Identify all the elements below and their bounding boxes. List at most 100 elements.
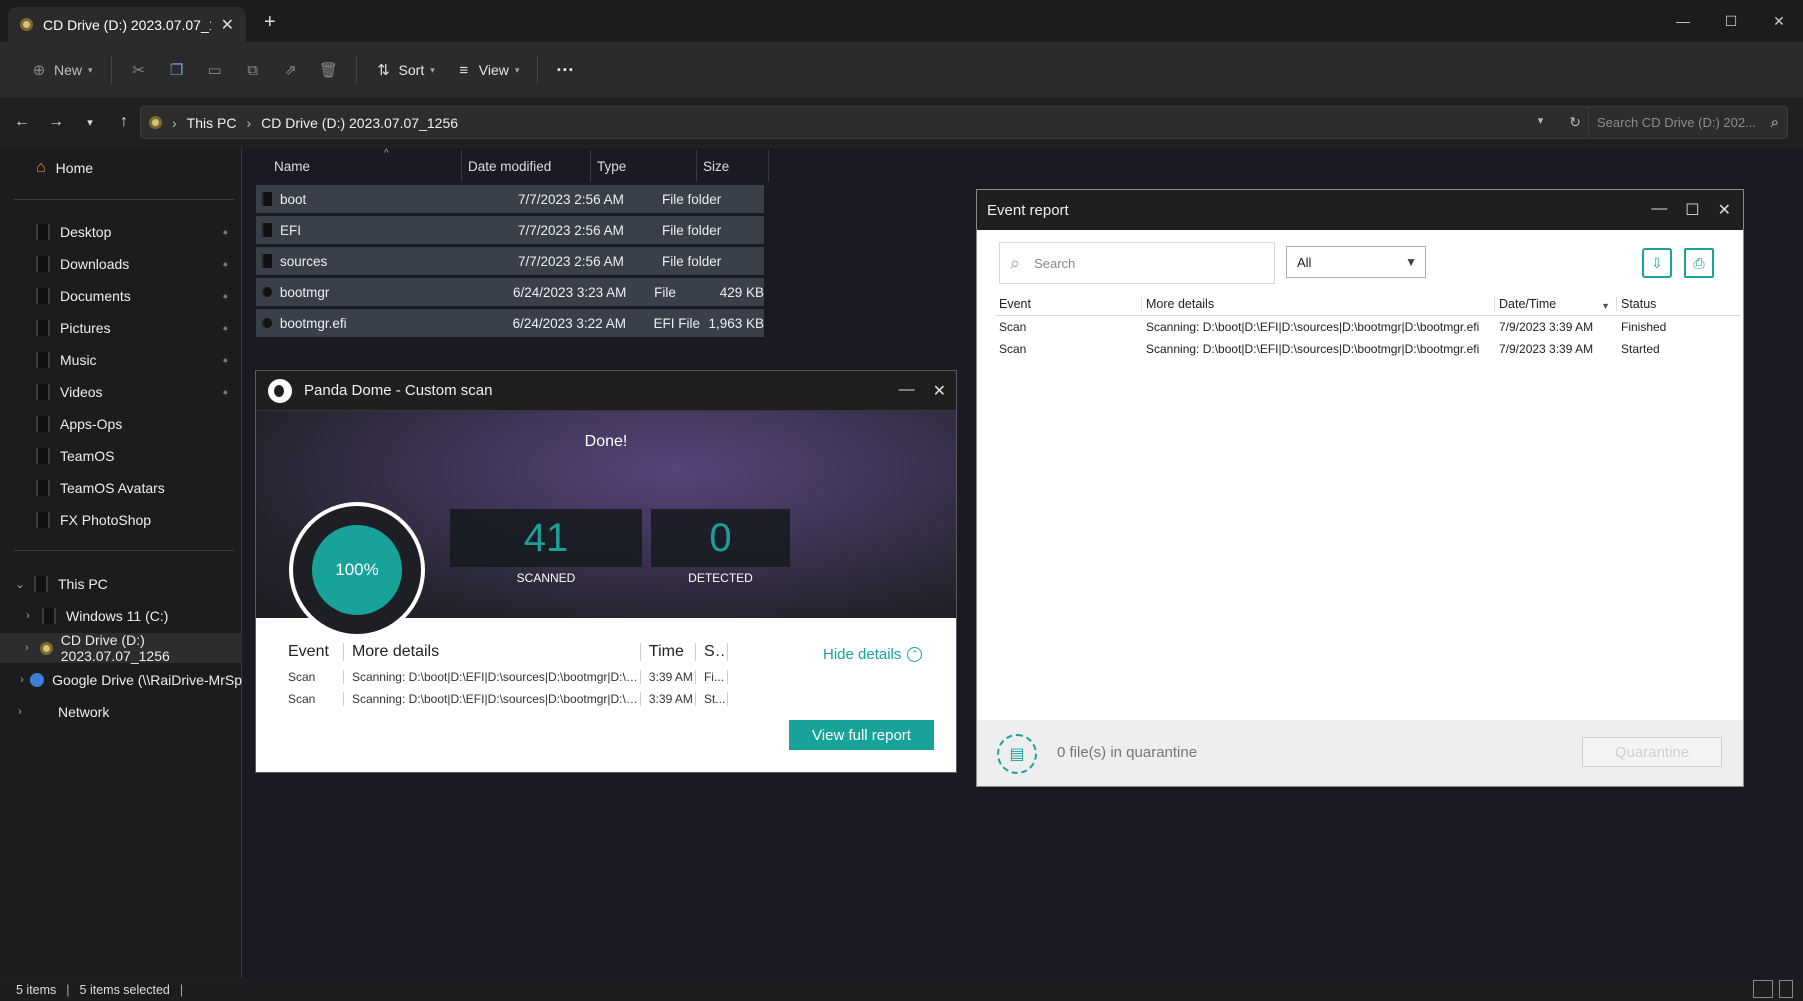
quarantine-button[interactable]: Quarantine: [1582, 737, 1722, 767]
chevron-right-icon[interactable]: ›: [14, 610, 42, 622]
tab-close-icon[interactable]: ✕: [221, 15, 234, 35]
event-search-input[interactable]: ⌕ Search: [999, 242, 1275, 284]
sidebar-item-label: Home: [55, 160, 94, 176]
new-button[interactable]: ⊕ New ▾: [20, 52, 103, 88]
chevron-down-icon: ▾: [514, 64, 520, 75]
progress-ring: 100%: [289, 502, 425, 638]
view-label: View: [478, 62, 509, 78]
maximize-button[interactable]: ☐: [1707, 8, 1755, 34]
sidebar-item-windows-c[interactable]: › Windows 11 (C:): [0, 601, 242, 631]
file-row[interactable]: bootmgr 6/24/2023 3:23 AM File 429 KB: [256, 278, 764, 306]
pin-icon: ●: [222, 291, 228, 301]
sidebar-item-documents[interactable]: Documents ●: [0, 281, 242, 311]
folder-icon: [36, 384, 50, 400]
copy-button[interactable]: ❐: [158, 52, 196, 88]
up-arrow-icon[interactable]: ↑: [112, 110, 136, 134]
column-header-status[interactable]: Status: [1616, 296, 1736, 311]
folder-icon: [262, 223, 272, 237]
rename-button[interactable]: ⧉: [234, 52, 272, 88]
search-icon[interactable]: ⌕: [1771, 114, 1779, 131]
file-date: 7/7/2023 2:56 AM: [518, 191, 624, 207]
file-name: EFI: [280, 222, 302, 238]
explorer-tab[interactable]: CD Drive (D:) 2023.07.07_1 ✕: [8, 7, 246, 42]
tab-title: CD Drive (D:) 2023.07.07_1: [43, 16, 211, 33]
sidebar-item-network[interactable]: › Network: [0, 697, 242, 727]
breadcrumb-this-pc[interactable]: This PC: [187, 115, 237, 131]
sidebar-item-music[interactable]: Music ●: [0, 345, 242, 375]
pin-icon: ●: [222, 259, 228, 269]
back-arrow-icon[interactable]: ←: [10, 110, 34, 134]
close-icon[interactable]: ✕: [1718, 200, 1731, 220]
folder-icon: [36, 224, 50, 240]
sort-button[interactable]: ⇅ Sort ▾: [365, 52, 445, 88]
sidebar-item-label: FX PhotoShop: [60, 512, 152, 528]
search-input[interactable]: Search CD Drive (D:) 202... ⌕: [1588, 106, 1788, 139]
file-row[interactable]: boot 7/7/2023 2:56 AM File folder: [256, 185, 764, 213]
column-header-size[interactable]: Size: [697, 150, 769, 182]
maximize-icon[interactable]: ☐: [1685, 200, 1699, 220]
close-button[interactable]: ✕: [1755, 8, 1803, 34]
recent-chevron-icon[interactable]: ▾: [78, 110, 102, 134]
more-options-button[interactable]: ···: [546, 52, 584, 88]
folder-icon: [36, 256, 50, 272]
toolbar-divider: [110, 56, 112, 84]
minimize-button[interactable]: —: [1659, 8, 1707, 34]
chevron-right-icon[interactable]: ›: [6, 706, 34, 718]
chevron-right-icon[interactable]: ›: [14, 642, 40, 654]
view-button[interactable]: ≡ View ▾: [445, 52, 530, 88]
hide-details-link[interactable]: Hide details ⌃: [823, 646, 923, 663]
sidebar-item-videos[interactable]: Videos ●: [0, 377, 242, 407]
column-header-datetime[interactable]: Date/Time ▼: [1494, 296, 1616, 311]
pin-icon: ●: [222, 387, 228, 397]
refresh-icon[interactable]: ↻: [1569, 114, 1581, 131]
delete-button[interactable]: 🗑: [310, 52, 348, 88]
address-bar[interactable]: › This PC › CD Drive (D:) 2023.07.07_125…: [140, 106, 1592, 139]
sidebar-item-label: This PC: [58, 576, 108, 592]
tiles-view-icon[interactable]: [1779, 980, 1793, 998]
sidebar-item-home[interactable]: ⌂ Home: [0, 153, 242, 183]
row-datetime: 7/9/2023 3:39 AM: [1499, 342, 1594, 356]
event-filter-select[interactable]: All ▼: [1286, 246, 1426, 278]
sidebar-item-cd-drive[interactable]: › CD Drive (D:) 2023.07.07_1256: [0, 632, 242, 664]
sidebar-item-apps-ops[interactable]: Apps-Ops: [0, 409, 242, 439]
sidebar-item-downloads[interactable]: Downloads ●: [0, 249, 242, 279]
sidebar-item-fx-photoshop[interactable]: FX PhotoShop: [0, 505, 242, 535]
sidebar-item-pictures[interactable]: Pictures ●: [0, 313, 242, 343]
minimize-icon[interactable]: —: [1651, 200, 1667, 220]
address-dropdown-icon[interactable]: ▾: [1538, 114, 1544, 131]
sidebar-item-label: Documents: [60, 288, 131, 304]
minimize-icon[interactable]: —: [899, 381, 915, 401]
quarantine-footer: ▤ 0 file(s) in quarantine Quarantine: [977, 720, 1743, 786]
close-icon[interactable]: ✕: [933, 381, 946, 401]
paste-button[interactable]: ▭: [196, 52, 234, 88]
file-row[interactable]: EFI 7/7/2023 2:56 AM File folder: [256, 216, 764, 244]
status-divider: |: [179, 982, 184, 997]
column-header-type[interactable]: Type: [591, 150, 697, 182]
share-button[interactable]: ⇗: [272, 52, 310, 88]
print-button[interactable]: ⎙: [1684, 248, 1714, 278]
column-header-name[interactable]: Name: [256, 150, 462, 182]
search-icon: ⌕: [1010, 252, 1021, 273]
file-row[interactable]: bootmgr.efi 6/24/2023 3:22 AM EFI File 1…: [256, 309, 764, 337]
sidebar-item-google-drive[interactable]: › Google Drive (\\RaiDrive-MrSp: [0, 665, 242, 695]
cut-button[interactable]: ✂: [120, 52, 158, 88]
column-header-date[interactable]: Date modified: [462, 150, 591, 182]
export-button[interactable]: ⇩: [1642, 248, 1672, 278]
sidebar-item-teamos[interactable]: TeamOS: [0, 441, 242, 471]
scissors-icon: ✂: [132, 62, 145, 79]
details-view-icon[interactable]: [1753, 980, 1773, 998]
forward-arrow-icon[interactable]: →: [44, 110, 68, 134]
column-header-event[interactable]: Event: [995, 297, 1141, 311]
breadcrumb-current[interactable]: CD Drive (D:) 2023.07.07_1256: [261, 115, 458, 131]
new-tab-button[interactable]: +: [264, 11, 276, 34]
chevron-down-icon[interactable]: ⌄: [6, 578, 34, 591]
sidebar-item-this-pc[interactable]: ⌄ This PC: [0, 569, 242, 599]
sidebar-item-desktop[interactable]: Desktop ●: [0, 217, 242, 247]
view-full-report-button[interactable]: View full report: [789, 720, 934, 750]
sidebar-item-teamos-avatars[interactable]: TeamOS Avatars: [0, 473, 242, 503]
file-row[interactable]: sources 7/7/2023 2:56 AM File folder: [256, 247, 764, 275]
chevron-right-icon[interactable]: ›: [14, 674, 30, 686]
table-row[interactable]: Scan Scanning: D:\boot|D:\EFI|D:\sources…: [995, 316, 1741, 338]
table-row[interactable]: Scan Scanning: D:\boot|D:\EFI|D:\sources…: [995, 338, 1741, 360]
column-header-details[interactable]: More details: [1141, 296, 1494, 311]
